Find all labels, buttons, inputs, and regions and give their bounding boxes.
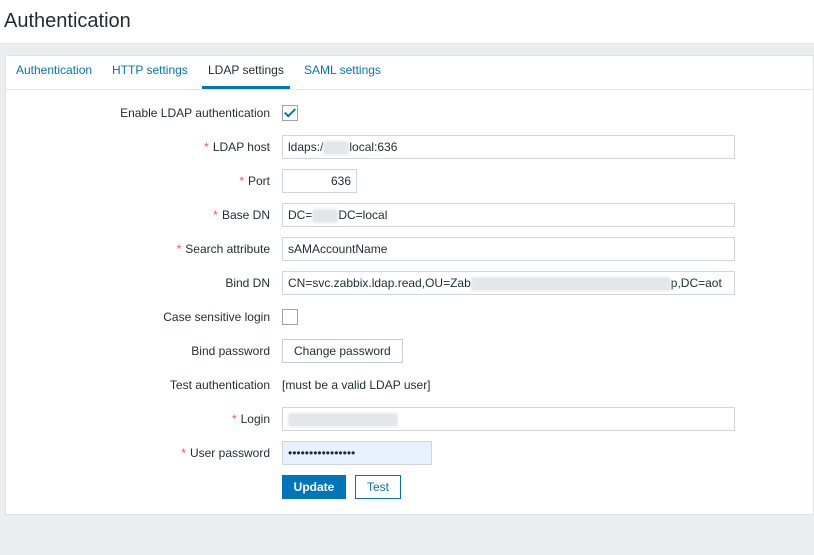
base-dn-label: * Base DN [213, 208, 270, 222]
bind-dn-label: Bind DN [225, 276, 270, 290]
tab-ldap-settings[interactable]: LDAP settings [202, 56, 290, 89]
user-password-label: * User password [181, 446, 270, 460]
required-mark: * [204, 140, 209, 154]
ldap-host-label: * LDAP host [204, 140, 270, 154]
user-password-input[interactable]: •••••••••••••••• [282, 441, 432, 465]
redacted-text: xxxxxxxxxxxxxxxxxxxxxxxxxxxxxxxx [470, 276, 671, 291]
redacted-text: xxxxx [312, 208, 339, 223]
enable-ldap-checkbox[interactable] [282, 105, 298, 121]
user-password-field: •••••••••••••••• [282, 441, 432, 465]
required-mark: * [181, 446, 186, 460]
port-field: 636 [282, 169, 357, 193]
tab-authentication[interactable]: Authentication [16, 56, 92, 89]
login-label: * Login [231, 412, 270, 426]
bind-dn-field: CN=svc.zabbix.ldap.read,OU=Zabxxxxxxxxxx… [282, 271, 735, 295]
actions-row: Update Test [6, 475, 813, 499]
user-password-row: * User password •••••••••••••••• [6, 441, 813, 465]
search-attribute-row: * Search attribute sAMAccountName [6, 237, 813, 261]
case-sensitive-checkbox[interactable] [282, 309, 298, 325]
tab-bar: Authentication HTTP settings LDAP settin… [6, 56, 813, 90]
login-row: *Login xxxxxxxxxxxxxxxxx [6, 407, 813, 431]
tab-saml-settings[interactable]: SAML settings [304, 56, 381, 89]
login-input[interactable]: xxxxxxxxxxxxxxxxx [282, 407, 735, 431]
required-mark: * [213, 208, 218, 222]
test-authentication-field: [must be a valid LDAP user] [282, 373, 431, 397]
test-authentication-label: Test authentication [169, 378, 270, 392]
search-attribute-label: * Search attribute [176, 242, 270, 256]
page-title: Authentication [4, 10, 131, 32]
search-attribute-field: sAMAccountName [282, 237, 735, 261]
content-panel: Authentication HTTP settings LDAP settin… [5, 55, 814, 515]
ldap-host-input[interactable]: ldaps:/xxxxxlocal:636 [282, 135, 735, 159]
required-mark: * [176, 242, 182, 256]
enable-ldap-label: Enable LDAP authentication [120, 106, 270, 120]
bind-dn-row: Bind DN CN=svc.zabbix.ldap.read,OU=Zabxx… [6, 271, 813, 295]
redacted-text: xxxxxxxxxxxxxxxxx [288, 412, 398, 427]
page-header: Authentication [0, 0, 814, 44]
ldap-host-field: ldaps:/xxxxxlocal:636 [282, 135, 735, 159]
required-mark: * [239, 174, 244, 188]
test-button[interactable]: Test [355, 475, 401, 499]
bind-dn-input[interactable]: CN=svc.zabbix.ldap.read,OU=Zabxxxxxxxxxx… [282, 271, 735, 295]
required-mark: * [231, 412, 237, 426]
case-sensitive-row: Case sensitive login [6, 305, 813, 329]
base-dn-field: DC=xxxxxDC=local [282, 203, 735, 227]
search-attribute-input[interactable]: sAMAccountName [282, 237, 735, 261]
tab-http-settings[interactable]: HTTP settings [112, 56, 188, 89]
enable-ldap-field [282, 101, 298, 121]
change-password-button[interactable]: Change password [282, 339, 403, 363]
update-button[interactable]: Update [282, 475, 346, 499]
port-input[interactable]: 636 [282, 169, 357, 193]
bind-password-label: Bind password [191, 344, 270, 358]
case-sensitive-label: Case sensitive login [163, 310, 270, 324]
base-dn-row: *Base DN DC=xxxxxDC=local [6, 203, 813, 227]
case-sensitive-field [282, 305, 298, 325]
base-dn-input[interactable]: DC=xxxxxDC=local [282, 203, 735, 227]
port-label: * Port [239, 174, 270, 188]
bind-password-row: Bind password Change password [6, 339, 813, 363]
port-row: * Port 636 [6, 169, 813, 193]
test-authentication-note: [must be a valid LDAP user] [282, 378, 431, 392]
login-field: xxxxxxxxxxxxxxxxx [282, 407, 735, 431]
ldap-host-row: *LDAP host ldaps:/xxxxxlocal:636 [6, 135, 813, 159]
redacted-text: xxxxx [323, 140, 350, 155]
enable-ldap-row: Enable LDAP authentication [6, 101, 813, 125]
test-authentication-row: Test authentication [must be a valid LDA… [6, 373, 813, 397]
bind-password-field: Change password [282, 339, 403, 363]
